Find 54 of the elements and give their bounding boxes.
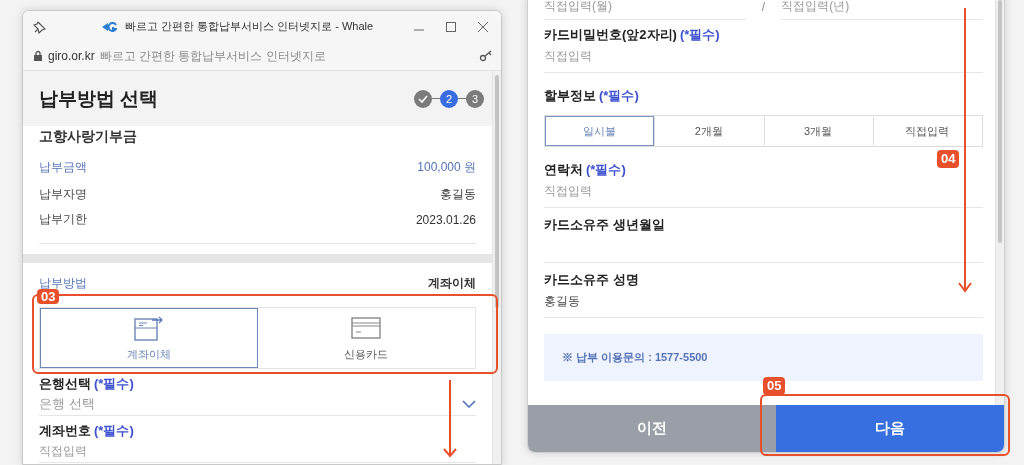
- field-label: 계좌번호: [39, 422, 91, 440]
- next-button[interactable]: 다음: [776, 405, 1004, 452]
- pin-icon[interactable]: [33, 19, 47, 34]
- payment-option[interactable]: 계좌이체: [40, 308, 258, 368]
- url-host: giro.or.kr: [48, 49, 95, 63]
- document-arrow-icon: [133, 314, 164, 341]
- field-label: 할부정보: [544, 87, 596, 105]
- card-icon: [351, 314, 382, 341]
- item-name: 고향사랑기부금: [39, 127, 138, 146]
- notice-box: ※ 납부 이용문의 : 1577-5500: [544, 334, 983, 381]
- detail-value: 2023.01.26: [415, 212, 476, 227]
- selected-method: 계좌이체: [428, 274, 476, 292]
- step-badge: 04: [937, 150, 960, 168]
- previous-button[interactable]: 이전: [528, 405, 776, 452]
- input-field[interactable]: 홍길동: [544, 289, 983, 313]
- detail-label: 납부기한: [39, 211, 87, 228]
- detail-value: 100,000 원: [417, 159, 476, 176]
- input-field[interactable]: 직접입력: [544, 179, 983, 203]
- chevron-down-icon: [462, 400, 476, 408]
- field-label: 카드비밀번호(앞2자리): [544, 26, 677, 44]
- window-title: 빠르고 간편한 통합납부서비스 인터넷지로 - Whale: [125, 19, 374, 34]
- required-mark: (*필수): [599, 87, 639, 105]
- required-mark: (*필수): [679, 26, 720, 44]
- separator: /: [761, 0, 766, 14]
- installment-option[interactable]: 일시불: [545, 116, 655, 146]
- detail-value: 홍길동: [440, 186, 476, 203]
- required-mark: (*필수): [586, 161, 626, 179]
- input-field[interactable]: 직접입력: [544, 44, 983, 68]
- step-indicator: 2: [440, 89, 458, 108]
- select-field[interactable]: 은행 선택: [39, 393, 476, 415]
- field-label: 카드소유주 생년월일: [544, 216, 665, 234]
- scrollbar[interactable]: [995, 0, 1004, 405]
- input-field[interactable]: 직접입력(월): [544, 0, 746, 20]
- step-badge: 05: [763, 377, 786, 395]
- page-url-title: 빠르고 간편한 통합납부서비스 인터넷지로: [99, 47, 327, 65]
- required-mark: (*필수): [94, 422, 134, 440]
- step-badge: 03: [37, 289, 60, 304]
- field-label: 연락처: [544, 161, 583, 179]
- field-label: 은행선택: [39, 375, 91, 393]
- page-title: 납부방법 선택: [39, 86, 159, 111]
- logo-icon: [101, 21, 117, 32]
- key-icon[interactable]: [479, 50, 493, 62]
- input-field[interactable]: 직접입력: [39, 440, 476, 462]
- required-mark: (*필수): [94, 375, 134, 393]
- detail-label: 납부자명: [39, 186, 87, 203]
- field-label: 카드소유주 성명: [544, 271, 639, 289]
- maximize-icon[interactable]: [445, 20, 457, 33]
- lock-icon: [33, 50, 43, 62]
- scrollbar[interactable]: [492, 71, 501, 464]
- input-field[interactable]: 직접입력(년): [781, 0, 983, 20]
- close-icon[interactable]: [477, 20, 489, 33]
- step-indicator: 3: [466, 89, 484, 108]
- detail-label: 납부금액: [39, 159, 87, 176]
- section-label: 납부방법: [39, 274, 87, 292]
